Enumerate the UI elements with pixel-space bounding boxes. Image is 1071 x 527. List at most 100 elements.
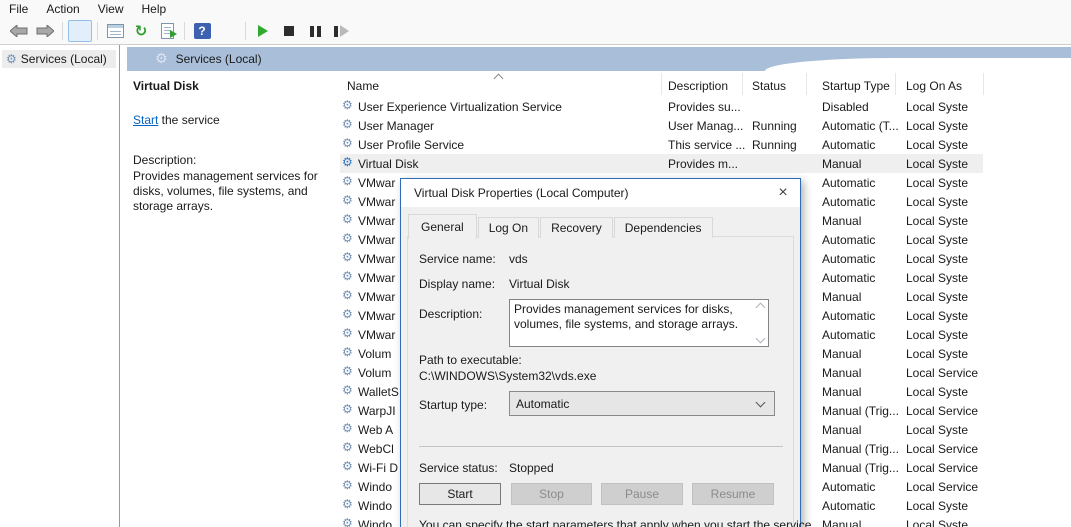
- service-startup-type-cell: Disabled: [822, 100, 869, 114]
- service-gear-icon: ⚙: [342, 270, 353, 282]
- menu-bar: File Action View Help: [0, 0, 1071, 18]
- service-gear-icon: ⚙: [342, 175, 353, 187]
- properties-window-icon[interactable]: [103, 20, 127, 42]
- virtual-disk-properties-dialog: Virtual Disk Properties (Local Computer)…: [400, 178, 815, 527]
- service-status-cell: Running: [752, 119, 797, 133]
- dialog-title: Virtual Disk Properties (Local Computer): [414, 186, 629, 200]
- dialog-title-bar: Virtual Disk Properties (Local Computer): [401, 179, 800, 207]
- service-startup-type-cell: Automatic: [822, 271, 876, 285]
- close-icon[interactable]: ×: [770, 181, 796, 205]
- tab-log-on[interactable]: Log On: [477, 217, 540, 238]
- table-row[interactable]: ⚙ User Experience Virtualization Service P…: [340, 97, 983, 116]
- service-name-label: Service name:: [419, 252, 496, 266]
- service-log-on-as-cell: Local Syste: [906, 309, 969, 323]
- service-log-on-as-cell: Local Syste: [906, 157, 969, 171]
- table-row[interactable]: ⚙ User Manager User Manag... Running Automat…: [340, 116, 983, 135]
- path-to-executable-label: Path to executable:: [419, 353, 522, 367]
- start-button[interactable]: Start: [419, 483, 501, 505]
- pause-service-icon[interactable]: [303, 20, 327, 42]
- service-name-cell: User Profile Service: [358, 138, 465, 152]
- service-gear-icon: ⚙: [342, 251, 353, 263]
- tab-recovery[interactable]: Recovery: [540, 217, 613, 238]
- table-row[interactable]: ⚙ Virtual Disk Provides m... Manual Local Sy…: [340, 154, 983, 173]
- start-service-link[interactable]: Start: [133, 113, 158, 127]
- start-service-icon[interactable]: [251, 20, 275, 42]
- resume-button: Resume: [692, 483, 774, 505]
- service-log-on-as-cell: Local Syste: [906, 499, 969, 513]
- service-startup-type-cell: Automatic (T...: [822, 119, 899, 133]
- service-description-text: Provides management services for disks, …: [133, 169, 318, 213]
- menu-file[interactable]: File: [0, 1, 37, 17]
- service-startup-type-cell: Manual: [822, 423, 862, 437]
- service-startup-type-cell: Automatic: [822, 480, 876, 494]
- service-gear-icon: ⚙: [342, 384, 353, 396]
- service-description-cell: Provides su...: [668, 100, 741, 114]
- menu-help[interactable]: Help: [133, 1, 176, 17]
- startup-type-label: Startup type:: [419, 398, 488, 412]
- path-to-executable-value: C:\WINDOWS\System32\vds.exe: [419, 369, 597, 383]
- toolbar-separator: [184, 22, 185, 40]
- service-gear-icon: ⚙: [342, 479, 353, 491]
- stop-service-icon[interactable]: [277, 20, 301, 42]
- startup-type-value: Automatic: [516, 396, 570, 411]
- refresh-icon[interactable]: ↻: [129, 20, 153, 42]
- service-log-on-as-cell: Local Syste: [906, 100, 969, 114]
- description-label: Description:: [133, 153, 197, 167]
- service-log-on-as-cell: Local Syste: [906, 176, 969, 190]
- toolbar-separator: [97, 22, 98, 40]
- service-log-on-as-cell: Local Syste: [906, 252, 969, 266]
- tab-general[interactable]: General: [408, 214, 477, 239]
- scroll-up-icon[interactable]: [755, 302, 766, 313]
- service-gear-icon: ⚙: [342, 308, 353, 320]
- description-scrollbar: [753, 300, 768, 346]
- service-log-on-as-cell: Local Service: [906, 442, 979, 456]
- service-status-label: Service status:: [419, 461, 498, 475]
- service-gear-icon: ⚙: [342, 194, 353, 206]
- services-gear-icon: ⚙: [155, 51, 168, 67]
- service-startup-type-cell: Automatic: [822, 233, 876, 247]
- service-gear-icon: ⚙: [342, 213, 353, 225]
- service-startup-type-cell: Manual (Trig...: [822, 442, 899, 456]
- service-log-on-as-cell: Local Syste: [906, 385, 969, 399]
- service-startup-type-cell: Automatic: [822, 328, 876, 342]
- service-log-on-as-cell: Local Syste: [906, 328, 969, 342]
- service-startup-type-cell: Manual: [822, 157, 862, 171]
- start-service-rest: the service: [158, 113, 220, 127]
- scroll-down-icon[interactable]: [755, 333, 766, 344]
- service-name-cell: User Experience Virtualization Service: [358, 100, 562, 114]
- service-status-value: Stopped: [509, 461, 554, 475]
- tab-dependencies[interactable]: Dependencies: [613, 217, 713, 238]
- description-textbox[interactable]: Provides management services for disks, …: [509, 299, 769, 347]
- chevron-down-icon: [755, 397, 766, 408]
- start-parameters-note: You can specify the start parameters tha…: [419, 518, 815, 527]
- service-gear-icon: ⚙: [342, 99, 353, 111]
- help-icon[interactable]: ?: [190, 20, 214, 42]
- service-startup-type-cell: Manual: [822, 385, 862, 399]
- stop-button: Stop: [511, 483, 592, 505]
- service-startup-type-cell: Manual: [822, 290, 862, 304]
- extended-view-icon[interactable]: [0, 20, 240, 77]
- tree-item-services-local[interactable]: ⚙ Services (Local): [2, 50, 116, 68]
- display-name-label: Display name:: [419, 277, 496, 291]
- service-log-on-as-cell: Local Syste: [906, 233, 969, 247]
- menu-action[interactable]: Action: [37, 1, 88, 17]
- back-icon[interactable]: [7, 20, 31, 42]
- service-gear-icon: ⚙: [342, 232, 353, 244]
- service-log-on-as-cell: Local Service: [906, 461, 979, 475]
- tree-item-label: Services (Local): [20, 52, 107, 66]
- forward-icon[interactable]: [33, 20, 57, 42]
- export-list-icon[interactable]: [155, 20, 179, 42]
- service-startup-type-cell: Manual (Trig...: [822, 461, 899, 475]
- table-row[interactable]: ⚙ User Profile Service This service ... Run…: [340, 135, 983, 154]
- service-log-on-as-cell: Local Service: [906, 366, 979, 380]
- toolbar-separator: [62, 22, 63, 40]
- service-gear-icon: ⚙: [342, 441, 353, 453]
- startup-type-dropdown[interactable]: Automatic: [509, 391, 775, 416]
- service-info-panel: Virtual Disk Start the service Descripti…: [133, 79, 328, 214]
- show-console-tree-icon[interactable]: [0, 20, 121, 77]
- restart-service-icon[interactable]: [329, 20, 353, 42]
- service-name-cell: User Manager: [358, 119, 435, 133]
- menu-view[interactable]: View: [89, 1, 133, 17]
- display-name-value: Virtual Disk: [509, 277, 570, 291]
- service-log-on-as-cell: Local Syste: [906, 347, 969, 361]
